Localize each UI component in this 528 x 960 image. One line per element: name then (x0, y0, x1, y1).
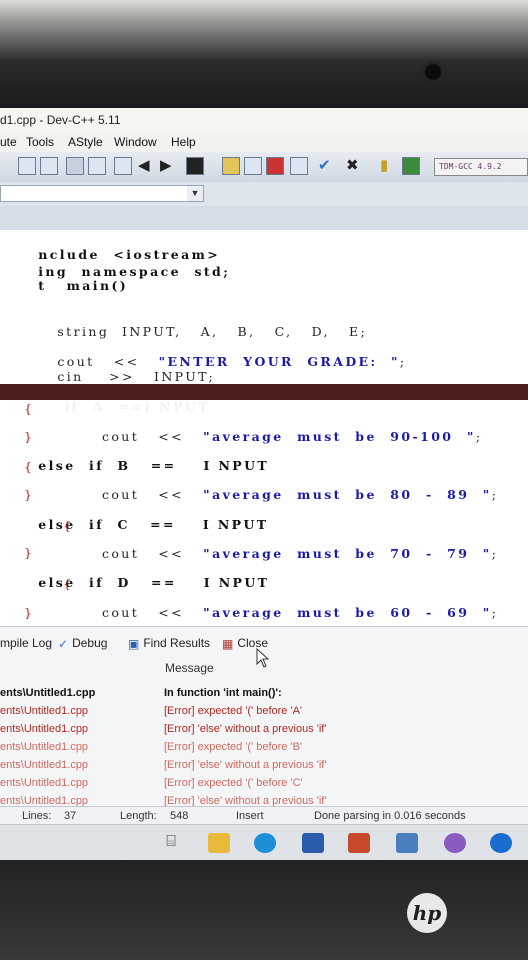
chevron-down-icon[interactable]: ▼ (187, 186, 203, 201)
devcpp-icon[interactable] (396, 833, 418, 853)
status-lines-value: 37 (64, 810, 77, 822)
close-file-icon[interactable]: ✖ (346, 158, 359, 174)
message-file[interactable]: ents\Untitled1.cpp (0, 687, 95, 699)
code-line-brace-close: } (24, 545, 35, 560)
status-length-value: 548 (170, 810, 189, 822)
message-text[interactable]: [Error] 'else' without a previous 'if' (164, 723, 326, 735)
message-text[interactable]: [Error] expected '(' before 'A' (164, 705, 302, 717)
menu-execute[interactable]: ute (0, 135, 17, 149)
run-icon[interactable] (40, 157, 58, 175)
message-file[interactable]: ents\Untitled1.cpp (0, 723, 88, 735)
forward-arrow-icon[interactable]: ▶ (160, 158, 172, 174)
secondary-toolbar: ▼ (0, 182, 528, 207)
message-file[interactable]: ents\Untitled1.cpp (0, 759, 88, 771)
rebuild-icon[interactable] (88, 157, 106, 175)
code-line-main: t main() (38, 278, 129, 293)
menu-bar: ute Tools AStyle Window Help (0, 130, 528, 152)
back-arrow-icon[interactable]: ◀ (138, 158, 150, 174)
laptop-bezel-bottom (0, 860, 528, 960)
browser-icon[interactable] (490, 833, 512, 853)
stop-icon[interactable] (186, 157, 204, 175)
title-bar: d1.cpp - Dev-C++ 5.11 (0, 108, 528, 130)
message-text[interactable]: [Error] 'else' without a previous 'if' (164, 759, 326, 771)
message-file[interactable]: ents\Untitled1.cpp (0, 777, 88, 789)
check-syntax-icon[interactable]: ✔ (318, 158, 331, 174)
edge-browser-icon[interactable] (254, 833, 276, 853)
menu-window[interactable]: Window (114, 135, 157, 149)
compiler-select[interactable]: TDM-GCC 4.9.2 (434, 158, 528, 176)
word-icon[interactable] (302, 833, 324, 853)
code-line-brace-close: } (24, 487, 35, 502)
tab-compile-log[interactable]: mpile Log (0, 636, 52, 650)
status-bar: Lines: 37 Length: 548 Insert Done parsin… (0, 806, 528, 825)
message-column-header: Message (165, 661, 214, 675)
find-icon: ▣ (128, 636, 140, 651)
hp-logo: hp (407, 893, 447, 933)
check-icon: ✓ (58, 636, 69, 651)
class-browser-icon[interactable] (244, 157, 262, 175)
code-line-brace-open: { (44, 576, 74, 591)
windows-taskbar: ⌸ (0, 824, 528, 860)
screen: d1.cpp - Dev-C++ 5.11 ute Tools AStyle W… (0, 108, 528, 860)
menu-tools[interactable]: Tools (26, 135, 54, 149)
compile-icon[interactable] (18, 157, 36, 175)
powerpoint-icon[interactable] (348, 833, 370, 853)
profile-icon[interactable] (266, 157, 284, 175)
message-text[interactable]: [Error] expected '(' before 'C' (164, 777, 303, 789)
status-mode: Insert (236, 810, 264, 822)
tab-find-results[interactable]: ▣ Find Results (128, 636, 210, 651)
message-file[interactable]: ents\Untitled1.cpp (0, 705, 88, 717)
message-text[interactable]: [Error] expected '(' before 'B' (164, 741, 302, 753)
app-icon[interactable] (444, 833, 466, 853)
webcam (425, 64, 441, 80)
window-title: d1.cpp - Dev-C++ 5.11 (0, 113, 121, 127)
status-lines-label: Lines: (22, 810, 52, 822)
tab-debug[interactable]: ✓ Debug (58, 636, 107, 651)
project-options-icon[interactable] (290, 157, 308, 175)
chart-icon[interactable]: ▮ (380, 158, 388, 174)
file-explorer-icon[interactable] (208, 833, 230, 853)
message-text[interactable]: In function 'int main()': (164, 687, 282, 699)
compile-run-icon[interactable] (66, 157, 84, 175)
compiler-label: TDM-GCC 4.9.2 (439, 162, 502, 171)
close-panel-icon: ▦ (222, 636, 234, 651)
windows-icon[interactable] (402, 157, 420, 175)
status-parse-time: Done parsing in 0.016 seconds (314, 810, 466, 822)
code-line-cout-d: cout << "average must be 60 - 69 "; (38, 605, 499, 620)
status-length-label: Length: (120, 810, 157, 822)
code-editor[interactable]: nclude <iostream> ing namespace std; t m… (0, 230, 528, 626)
task-view-icon[interactable]: ⌸ (160, 833, 182, 853)
code-line-brace-close: } (24, 429, 35, 444)
menu-help[interactable]: Help (171, 135, 196, 149)
scope-dropdown[interactable]: ▼ (0, 185, 204, 202)
new-class-icon[interactable] (222, 157, 240, 175)
error-line-highlight: if A ==I NPUT (0, 384, 528, 414)
message-file[interactable]: ents\Untitled1.cpp (0, 741, 88, 753)
code-line-brace-close: } (24, 605, 35, 620)
debug-icon[interactable] (114, 157, 132, 175)
editor-tab-strip (0, 206, 528, 231)
main-toolbar: ◀ ▶ ✔ ✖ ▮ TDM-GCC 4.9.2 (0, 152, 528, 183)
menu-astyle[interactable]: AStyle (68, 135, 103, 149)
laptop-bezel-top (0, 0, 528, 112)
